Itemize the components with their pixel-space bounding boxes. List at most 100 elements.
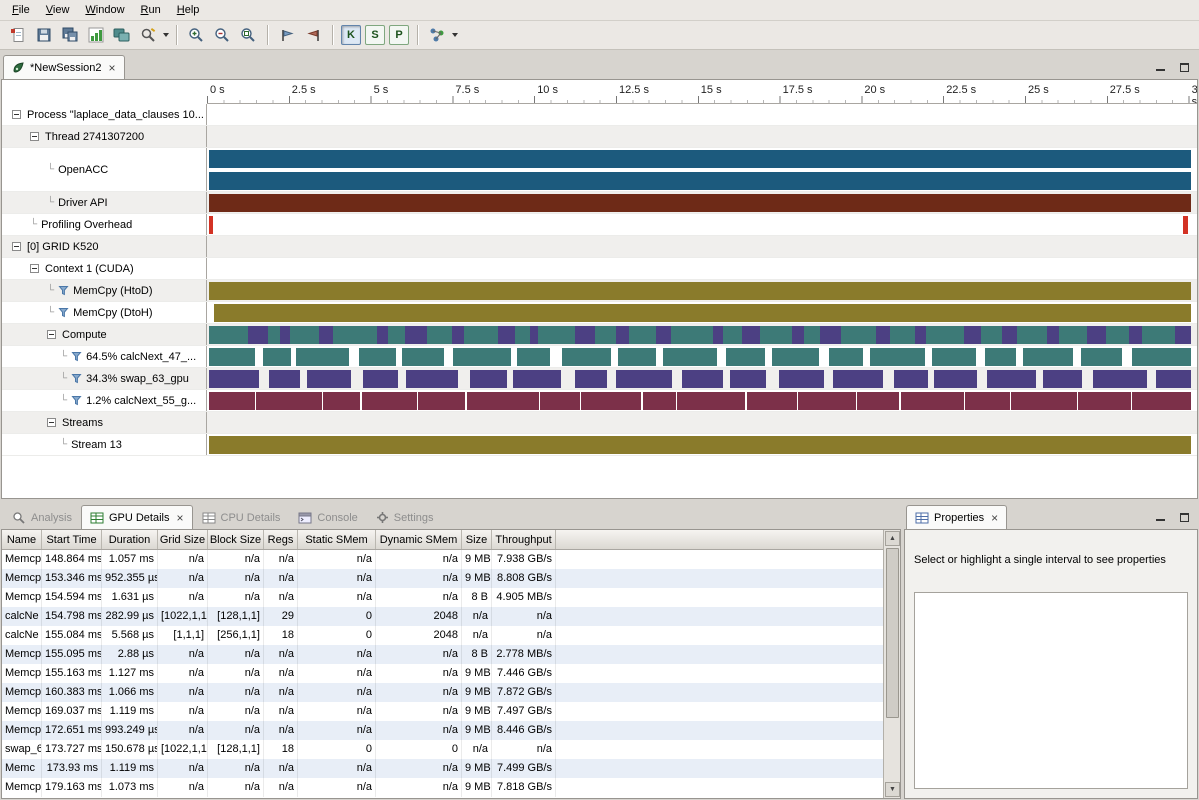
timeline-bar[interactable] <box>209 304 1191 322</box>
table-row[interactable]: swap_6173.727 ms150.678 µs[1022,1,1][128… <box>2 740 883 759</box>
table-row[interactable]: Memcp169.037 ms1.119 msn/an/an/an/an/a9 … <box>2 702 883 721</box>
menu-item-view[interactable]: View <box>38 1 78 19</box>
tab-session[interactable]: *NewSession2 × <box>3 55 125 79</box>
system-view-button[interactable] <box>110 23 134 47</box>
column-header-throughput[interactable]: Throughput <box>492 530 556 549</box>
column-header-static-smem[interactable]: Static SMem <box>298 530 376 549</box>
maximize-button[interactable] <box>1178 61 1190 73</box>
save-button[interactable] <box>32 23 56 47</box>
column-header-dynamic-smem[interactable]: Dynamic SMem <box>376 530 462 549</box>
table-row[interactable]: calcNe154.798 ms282.99 µs[1022,1,1][128,… <box>2 607 883 626</box>
table-row[interactable]: Memcp179.163 ms1.073 msn/an/an/an/an/a9 … <box>2 778 883 797</box>
timeline-track[interactable] <box>207 104 1197 125</box>
timeline-row-label[interactable]: Streams <box>2 412 207 433</box>
profile-report-button[interactable] <box>84 23 108 47</box>
timeline-row-label[interactable]: └OpenACC <box>2 148 207 191</box>
column-header-size[interactable]: Size <box>462 530 492 549</box>
timeline-row-label[interactable]: └64.5% calcNext_47_... <box>2 346 207 367</box>
analysis-tools-button[interactable] <box>425 23 449 47</box>
menu-item-window[interactable]: Window <box>77 1 132 19</box>
timeline-row-label[interactable]: Thread 2741307200 <box>2 126 207 147</box>
scroll-thumb[interactable] <box>886 548 899 718</box>
timeline-ruler[interactable]: 0 s2.5 s5 s7.5 s10 s12.5 s15 s17.5 s20 s… <box>207 80 1197 104</box>
minimize-button[interactable] <box>1154 61 1166 73</box>
tree-expander-icon[interactable] <box>30 264 39 273</box>
timeline-bar[interactable] <box>209 172 1191 190</box>
scroll-down-button[interactable]: ▼ <box>885 782 900 797</box>
tree-expander-icon[interactable] <box>12 242 21 251</box>
timeline-bar[interactable] <box>209 370 1191 388</box>
tree-expander-icon[interactable] <box>47 330 56 339</box>
tab-gpu-details[interactable]: GPU Details× <box>81 505 193 529</box>
timeline-track[interactable] <box>207 192 1197 213</box>
tab-settings[interactable]: Settings <box>367 505 443 529</box>
table-row[interactable]: Memcp153.346 ms952.355 µsn/an/an/an/an/a… <box>2 569 883 588</box>
timeline-track[interactable] <box>207 324 1197 345</box>
pc-sampling-toggle[interactable]: P <box>389 25 409 45</box>
prev-range-button[interactable] <box>275 23 299 47</box>
timeline-bar[interactable] <box>209 150 1191 168</box>
timeline-track[interactable] <box>207 412 1197 433</box>
table-row[interactable]: Memcp155.095 ms2.88 µsn/an/an/an/an/a8 B… <box>2 645 883 664</box>
analysis-dropdown-icon[interactable] <box>452 33 458 37</box>
timeline-track[interactable] <box>207 390 1197 411</box>
column-header-name[interactable]: Name <box>2 530 42 549</box>
kernel-timeline-toggle[interactable]: K <box>341 25 361 45</box>
close-icon[interactable]: × <box>991 513 998 523</box>
timeline-track[interactable] <box>207 368 1197 389</box>
tab-properties[interactable]: Properties × <box>906 505 1007 529</box>
timeline-bar[interactable] <box>209 348 1191 366</box>
timeline-track[interactable] <box>207 280 1197 301</box>
timeline-bar[interactable] <box>209 326 1191 344</box>
timeline-track[interactable] <box>207 258 1197 279</box>
zoom-in-button[interactable] <box>184 23 208 47</box>
column-header-grid-size[interactable]: Grid Size <box>158 530 208 549</box>
new-session-button[interactable] <box>6 23 30 47</box>
timeline-track[interactable] <box>207 214 1197 235</box>
timeline-track[interactable] <box>207 346 1197 367</box>
tab-analysis[interactable]: Analysis <box>3 505 81 529</box>
timeline-bar[interactable] <box>209 392 1191 410</box>
scroll-up-button[interactable]: ▲ <box>885 531 900 546</box>
table-row[interactable]: Memc173.93 ms1.119 msn/an/an/an/an/a9 MB… <box>2 759 883 778</box>
menu-item-run[interactable]: Run <box>133 1 169 19</box>
timeline-row-label[interactable]: └Driver API <box>2 192 207 213</box>
close-icon[interactable]: × <box>109 63 116 73</box>
timeline-row-label[interactable]: └MemCpy (DtoH) <box>2 302 207 323</box>
timeline-track[interactable] <box>207 434 1197 455</box>
timeline-track[interactable] <box>207 236 1197 257</box>
timeline-row-label[interactable]: Process "laplace_data_clauses 10... <box>2 104 207 125</box>
timeline-row-label[interactable]: [0] GRID K520 <box>2 236 207 257</box>
timeline-track[interactable] <box>207 126 1197 147</box>
column-header-start-time[interactable]: Start Time <box>42 530 102 549</box>
column-header-block-size[interactable]: Block Size <box>208 530 264 549</box>
timeline-bar[interactable] <box>209 216 1191 234</box>
timeline-track[interactable] <box>207 302 1197 323</box>
timeline-track[interactable] <box>207 148 1197 191</box>
timeline-row-label[interactable]: └1.2% calcNext_55_g... <box>2 390 207 411</box>
timeline-bar[interactable] <box>209 282 1191 300</box>
tree-expander-icon[interactable] <box>30 132 39 141</box>
timeline-row-label[interactable]: └Stream 13 <box>2 434 207 455</box>
column-header-regs[interactable]: Regs <box>264 530 298 549</box>
menu-item-help[interactable]: Help <box>169 1 208 19</box>
vertical-scrollbar[interactable]: ▲ ▼ <box>883 530 900 798</box>
table-row[interactable]: calcNe155.084 ms5.568 µs[1,1,1][256,1,1]… <box>2 626 883 645</box>
column-header-duration[interactable]: Duration <box>102 530 158 549</box>
source-toggle[interactable]: S <box>365 25 385 45</box>
save-all-button[interactable] <box>58 23 82 47</box>
timeline-bar[interactable] <box>209 194 1191 212</box>
zoom-fit-button[interactable] <box>236 23 260 47</box>
table-row[interactable]: Memcp154.594 ms1.631 µsn/an/an/an/an/a8 … <box>2 588 883 607</box>
tab-console[interactable]: Console <box>289 505 366 529</box>
timeline-row-label[interactable]: └34.3% swap_63_gpu <box>2 368 207 389</box>
timeline-row-label[interactable]: Compute <box>2 324 207 345</box>
timeline-row-label[interactable]: Context 1 (CUDA) <box>2 258 207 279</box>
timeline-row-label[interactable]: └Profiling Overhead <box>2 214 207 235</box>
close-icon[interactable]: × <box>177 513 184 523</box>
search-button[interactable] <box>136 23 160 47</box>
search-dropdown-icon[interactable] <box>163 33 169 37</box>
tree-expander-icon[interactable] <box>12 110 21 119</box>
timeline-bar[interactable] <box>209 436 1191 454</box>
table-row[interactable]: Memcp155.163 ms1.127 msn/an/an/an/an/a9 … <box>2 664 883 683</box>
